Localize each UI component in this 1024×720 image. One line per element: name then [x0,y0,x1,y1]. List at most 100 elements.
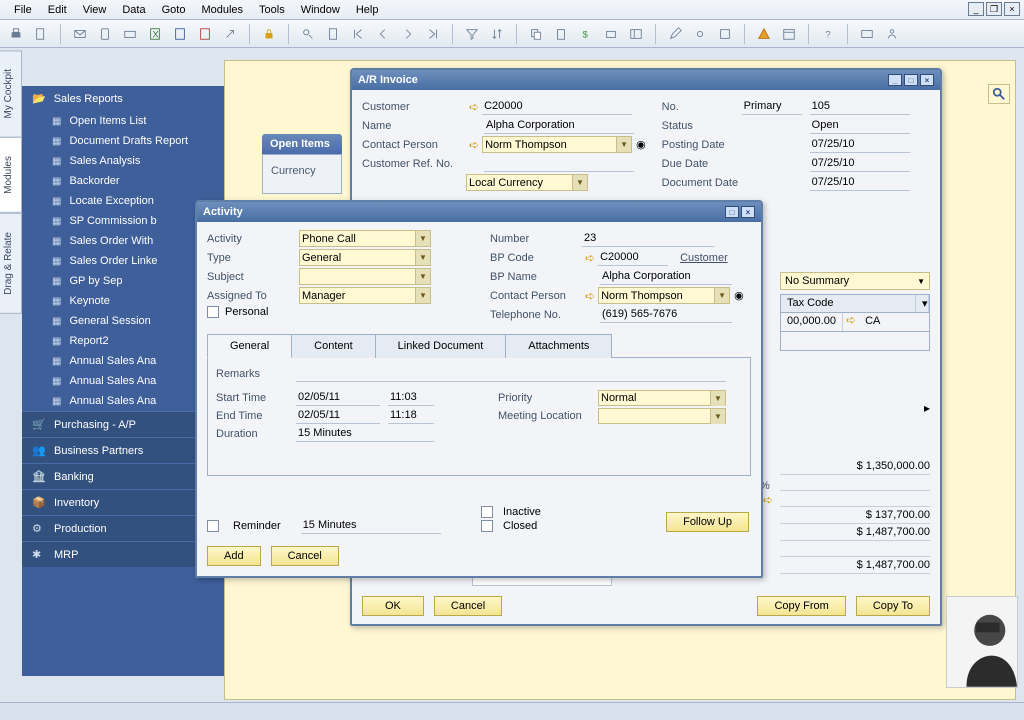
inactive-checkbox[interactable] [481,506,493,518]
priority-select[interactable]: Normal▼ [598,390,726,406]
toolbar-prev-icon[interactable] [375,26,391,42]
search-button[interactable] [988,84,1010,104]
meeting-select[interactable]: ▼ [598,408,726,424]
reminder-value-field[interactable]: 15 Minutes [301,517,441,534]
assigned-select[interactable]: Manager▼ [299,287,431,304]
copy-from-button[interactable]: Copy From [757,596,845,616]
menu-modules[interactable]: Modules [193,2,251,18]
link-arrow-icon[interactable]: ➪ [582,289,598,303]
menu-file[interactable]: File [6,2,40,18]
toolbar-lock-icon[interactable] [261,26,277,42]
closed-checkbox[interactable] [481,520,493,532]
toolbar-pdf-icon[interactable] [197,26,213,42]
currency-select[interactable]: Local Currency▼ [466,174,588,191]
toolbar-filter-icon[interactable] [464,26,480,42]
nav-item-annual-sales-3[interactable]: ▦Annual Sales Ana [22,391,224,411]
toolbar-personalize-icon[interactable] [884,26,900,42]
cancel-button[interactable]: Cancel [434,596,502,616]
side-tab-modules[interactable]: Modules [0,137,22,213]
toolbar-find-icon[interactable] [300,26,316,42]
link-arrow-icon[interactable]: ➪ [582,251,598,265]
bpcode-field[interactable]: C20000 [598,249,668,266]
toolbar-next-icon[interactable] [400,26,416,42]
toolbar-budget-icon[interactable] [603,26,619,42]
grid-row-empty[interactable] [780,332,930,351]
act-remarks-field[interactable] [296,366,726,382]
copy-to-button[interactable]: Copy To [856,596,930,616]
nav-folder-sales-reports[interactable]: 📂 Sales Reports [22,86,224,111]
nav-item-gp-by-sep[interactable]: ▦GP by Sep [22,271,224,291]
chevron-down-icon[interactable]: ▼ [415,269,430,284]
nav-item-report2[interactable]: ▦Report2 [22,331,224,351]
no-field[interactable]: 105 [810,98,910,115]
nav-cat-banking[interactable]: 🏦Banking [22,463,224,489]
reminder-checkbox[interactable] [207,520,219,532]
app-close-icon[interactable]: × [1004,2,1020,16]
toolbar-settings-icon[interactable] [692,26,708,42]
invoice-maximize-icon[interactable]: □ [904,74,918,86]
toolbar-preview-icon[interactable] [33,26,49,42]
side-tab-drag-relate[interactable]: Drag & Relate [0,213,22,314]
nav-item-sp-commission[interactable]: ▦SP Commission b [22,211,224,231]
end-time-field[interactable]: 11:18 [388,408,434,424]
nav-item-sales-order-linked[interactable]: ▦Sales Order Linke [22,251,224,271]
tab-general[interactable]: General [207,334,292,358]
nav-item-annual-sales-2[interactable]: ▦Annual Sales Ana [22,371,224,391]
toolbar-alert-icon[interactable] [756,26,772,42]
custref-field[interactable] [484,155,634,172]
activity-maximize-icon[interactable]: □ [725,206,739,218]
due-date-field[interactable]: 07/25/10 [810,155,910,172]
followup-button[interactable]: Follow Up [666,512,749,532]
customer-field[interactable]: C20000 [482,98,632,115]
nav-item-backorder[interactable]: ▦Backorder [22,171,224,191]
subject-select[interactable]: ▼ [299,268,431,285]
toolbar-layout-icon[interactable] [628,26,644,42]
nav-item-open-items[interactable]: ▦Open Items List [22,111,224,131]
start-time-field[interactable]: 11:03 [388,390,434,406]
duration-field[interactable]: 15 Minutes [296,426,434,442]
start-date-field[interactable]: 02/05/11 [296,390,380,406]
app-minimize-icon[interactable]: _ [968,2,984,16]
nav-cat-mrp[interactable]: ✱MRP [22,541,224,567]
end-date-field[interactable]: 02/05/11 [296,408,380,424]
act-contact-select[interactable]: Norm Thompson▼ [598,287,730,304]
personal-checkbox[interactable] [207,306,219,318]
chevron-down-icon[interactable]: ▼ [616,137,631,152]
nav-item-keynote[interactable]: ▦Keynote [22,291,224,311]
nav-cat-purchasing[interactable]: 🛒Purchasing - A/P [22,411,224,437]
link-arrow-icon[interactable]: ➪ [843,313,859,331]
menu-tools[interactable]: Tools [251,2,293,18]
menu-view[interactable]: View [75,2,115,18]
toolbar-sms-icon[interactable] [97,26,113,42]
nav-cat-inventory[interactable]: 📦Inventory [22,489,224,515]
scroll-right-icon[interactable]: ▸ [780,401,930,415]
toolbar-last-icon[interactable] [425,26,441,42]
toolbar-sort-icon[interactable] [489,26,505,42]
toolbar-paste-icon[interactable] [553,26,569,42]
toolbar-calendar-icon[interactable] [781,26,797,42]
toolbar-translate-icon[interactable] [859,26,875,42]
contact-select[interactable]: Norm Thompson▼ [482,136,632,153]
bpname-field[interactable]: Alpha Corporation [600,268,732,285]
type-select[interactable]: General▼ [299,249,431,266]
app-restore-icon[interactable]: ❐ [986,2,1002,16]
nav-item-sales-analysis[interactable]: ▦Sales Analysis [22,151,224,171]
nav-cat-production[interactable]: ⚙Production [22,515,224,541]
invoice-close-icon[interactable]: × [920,74,934,86]
tel-field[interactable]: (619) 565-7676 [600,306,732,323]
number-field[interactable]: 23 [582,230,714,247]
tab-content[interactable]: Content [291,334,376,358]
nav-item-general-session[interactable]: ▦General Session [22,311,224,331]
doc-date-field[interactable]: 07/25/10 [810,174,910,191]
toolbar-email-icon[interactable] [72,26,88,42]
toolbar-fax-icon[interactable] [122,26,138,42]
toolbar-print-icon[interactable] [8,26,24,42]
toolbar-excel-icon[interactable]: X [147,26,163,42]
menu-goto[interactable]: Goto [154,2,194,18]
toolbar-launch-icon[interactable] [222,26,238,42]
nav-cat-bp[interactable]: 👥Business Partners [22,437,224,463]
chevron-down-icon[interactable]: ▼ [415,250,430,265]
grid-row[interactable]: 00,000.00➪CA [780,313,930,332]
ok-button[interactable]: OK [362,596,424,616]
chevron-down-icon[interactable]: ▼ [572,175,587,190]
